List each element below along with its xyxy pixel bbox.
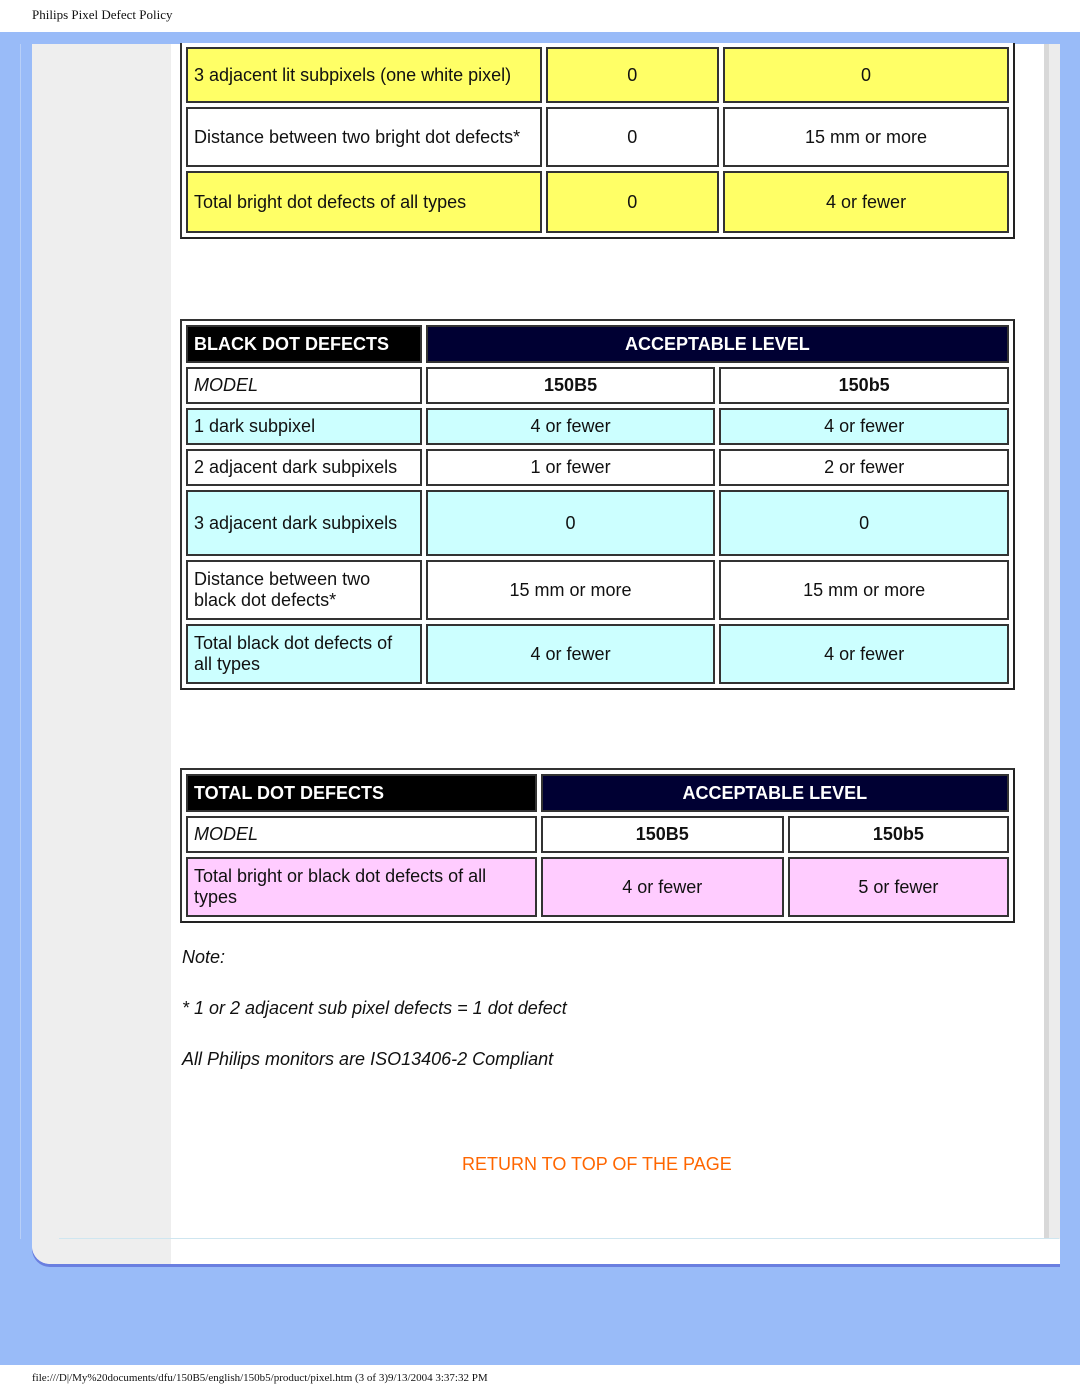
table-row: Distance between two black dot defects* … xyxy=(186,560,1009,620)
left-sidebar-column xyxy=(32,44,171,1264)
note-iso-compliance: All Philips monitors are ISO13406-2 Comp… xyxy=(182,1049,554,1069)
value-150b5: 4 or fewer xyxy=(719,624,1009,684)
table-row: Total bright or black dot defects of all… xyxy=(186,857,1009,917)
row-label: 2 adjacent dark subpixels xyxy=(186,449,422,486)
model-row: MODEL 150B5 150b5 xyxy=(186,367,1009,404)
table-row: 3 adjacent lit subpixels (one white pixe… xyxy=(186,47,1009,103)
value-150b5: 0 xyxy=(719,490,1009,556)
row-label: Total black dot defects of all types xyxy=(186,624,422,684)
acceptable-level-header: ACCEPTABLE LEVEL xyxy=(540,774,1009,812)
table-header-row: TOTAL DOT DEFECTS ACCEPTABLE LEVEL xyxy=(186,774,1009,812)
value-150b5: 4 or fewer xyxy=(723,171,1009,233)
model-150b5: 150b5 xyxy=(719,367,1009,404)
bottom-divider xyxy=(59,1238,1059,1239)
value-150b5: 15 mm or more xyxy=(719,560,1009,620)
value-150b5: 4 or fewer xyxy=(719,408,1009,445)
row-label: 3 adjacent dark subpixels xyxy=(186,490,422,556)
total-dot-defects-table: TOTAL DOT DEFECTS ACCEPTABLE LEVEL MODEL… xyxy=(180,768,1015,923)
note-heading: Note: xyxy=(182,947,226,967)
value-150b5: 15 mm or more xyxy=(723,107,1009,167)
value-150B5: 4 or fewer xyxy=(425,408,716,445)
table-header-row: BLACK DOT DEFECTS ACCEPTABLE LEVEL xyxy=(186,325,1009,363)
row-label: Total bright or black dot defects of all… xyxy=(186,857,537,917)
value-150B5: 0 xyxy=(545,47,720,103)
value-150b5: 5 or fewer xyxy=(787,857,1009,917)
row-label: Distance between two bright dot defects* xyxy=(186,107,542,167)
value-150B5: 4 or fewer xyxy=(540,857,784,917)
value-150B5: 1 or fewer xyxy=(425,449,716,486)
value-150b5: 2 or fewer xyxy=(719,449,1009,486)
value-150B5: 0 xyxy=(545,107,720,167)
model-label: MODEL xyxy=(186,816,537,853)
black-dot-defects-table: BLACK DOT DEFECTS ACCEPTABLE LEVEL MODEL… xyxy=(180,319,1015,690)
row-label: Total bright dot defects of all types xyxy=(186,171,542,233)
frame-divider xyxy=(20,44,21,1239)
model-150B5: 150B5 xyxy=(540,816,784,853)
note-subpixel: * 1 or 2 adjacent sub pixel defects = 1 … xyxy=(182,998,567,1018)
acceptable-level-header: ACCEPTABLE LEVEL xyxy=(425,325,1009,363)
table-title: BLACK DOT DEFECTS xyxy=(186,325,422,363)
table-row: Distance between two bright dot defects*… xyxy=(186,107,1009,167)
table-row: Total black dot defects of all types 4 o… xyxy=(186,624,1009,684)
table-row: 2 adjacent dark subpixels 1 or fewer 2 o… xyxy=(186,449,1009,486)
table-row: 3 adjacent dark subpixels 0 0 xyxy=(186,490,1009,556)
table-row: Total bright dot defects of all types 0 … xyxy=(186,171,1009,233)
value-150b5: 0 xyxy=(723,47,1009,103)
bright-dot-defects-table: 3 adjacent lit subpixels (one white pixe… xyxy=(180,43,1015,239)
model-150b5: 150b5 xyxy=(787,816,1009,853)
return-to-top-link[interactable]: RETURN TO TOP OF THE PAGE xyxy=(462,1154,732,1175)
model-label: MODEL xyxy=(186,367,422,404)
footer-file-path: file:///D|/My%20documents/dfu/150B5/engl… xyxy=(32,1372,488,1384)
scrollbar-edge xyxy=(1044,44,1049,1239)
model-150B5: 150B5 xyxy=(425,367,716,404)
row-label: 1 dark subpixel xyxy=(186,408,422,445)
model-row: MODEL 150B5 150b5 xyxy=(186,816,1009,853)
value-150B5: 0 xyxy=(545,171,720,233)
row-label: 3 adjacent lit subpixels (one white pixe… xyxy=(186,47,542,103)
table-row: 1 dark subpixel 4 or fewer 4 or fewer xyxy=(186,408,1009,445)
value-150B5: 15 mm or more xyxy=(425,560,716,620)
document-title: Philips Pixel Defect Policy xyxy=(32,7,173,22)
row-label: Distance between two black dot defects* xyxy=(186,560,422,620)
value-150B5: 0 xyxy=(425,490,716,556)
table-title: TOTAL DOT DEFECTS xyxy=(186,774,537,812)
value-150B5: 4 or fewer xyxy=(425,624,716,684)
